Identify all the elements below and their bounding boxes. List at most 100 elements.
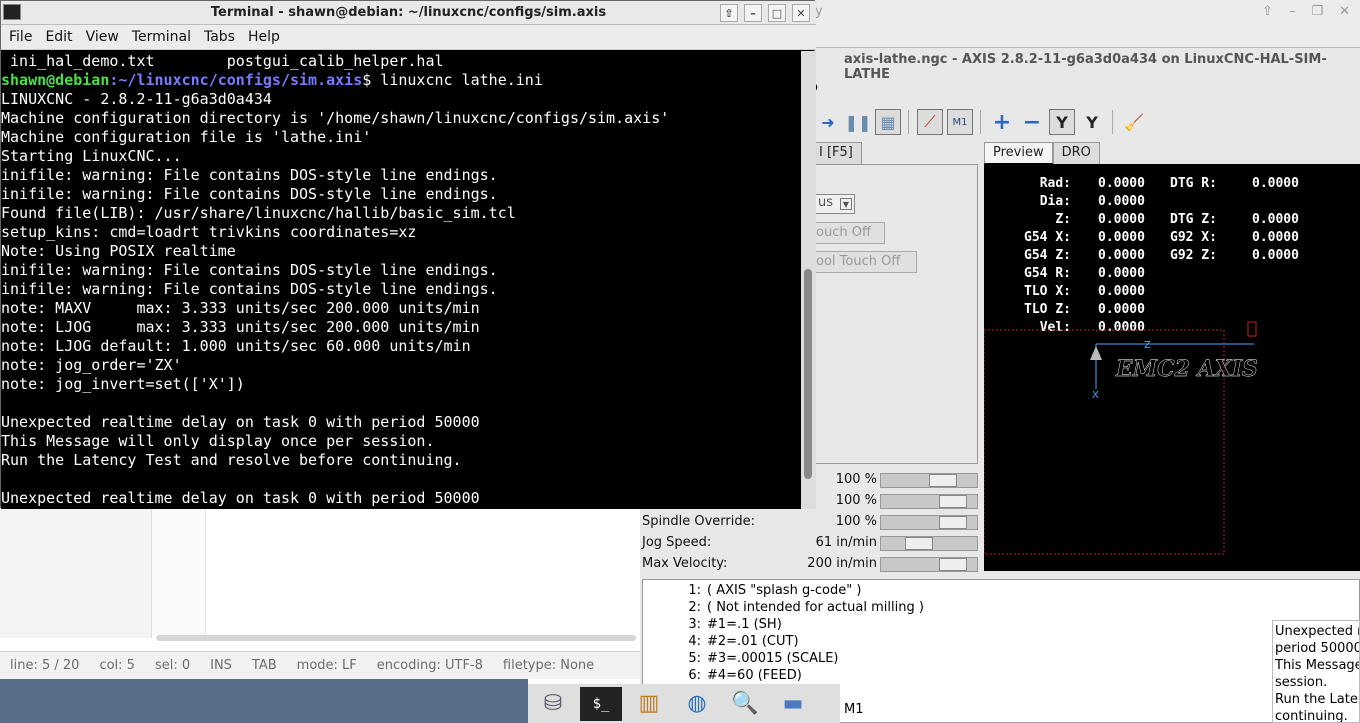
spindle-override-slider[interactable] (880, 515, 978, 530)
terminal-line: Unexpected realtime delay on task 0 with… (1, 489, 480, 507)
tab-mdi[interactable]: I [F5] (810, 142, 862, 164)
terminal-title: Terminal - shawn@debian: ~/linuxcnc/conf… (210, 5, 607, 20)
tool-cone-icon (1090, 346, 1102, 360)
folder-icon[interactable]: ▬ (772, 687, 814, 721)
realtime-message-box: Unexpected r period 50000 This Message sess… (1272, 620, 1360, 723)
zoom-out-icon[interactable]: − (1019, 109, 1045, 135)
optional-stop-icon[interactable]: M1 (947, 109, 973, 135)
gcode-line-text: #1=.1 (SH) (707, 617, 782, 632)
spindle-override-row: Spindle Override: 100 % (642, 511, 978, 532)
terminal-line: ini_hal_demo.txt postgui_calib_helper.ha… (1, 52, 444, 70)
message-line: Run the Laten (1275, 692, 1360, 707)
slider-knob[interactable] (939, 558, 967, 571)
terminal-menu-bar: File Edit View Terminal Tabs Help (1, 25, 816, 50)
preview-canvas[interactable]: Rad: 0.0000 DTG R: 0.0000 Dia: 0.0000 Z: 0.0000… (984, 164, 1360, 571)
preview-axis-x: X (1092, 390, 1099, 401)
close-icon[interactable]: ✕ (792, 4, 810, 22)
slider-knob[interactable] (929, 474, 957, 487)
gcode-line[interactable]: 2: ( Not intended for actual milling ) (643, 600, 924, 617)
gcode-line[interactable]: 1: ( AXIS "splash g-code" ) (643, 583, 861, 600)
terminal-scroll-thumb[interactable] (804, 269, 812, 479)
status-line: line: 5 / 20 (10, 658, 80, 673)
maximize-icon[interactable]: □ (768, 4, 786, 22)
menu-file[interactable]: File (9, 29, 32, 45)
slider-knob[interactable] (939, 516, 967, 529)
gcode-line[interactable]: 4: #2=.01 (CUT) (643, 634, 799, 651)
view-y-icon[interactable]: Y (1049, 109, 1075, 135)
terminal-line: Machine configuration directory is '/hom… (1, 109, 670, 127)
feed-override-slider[interactable] (880, 473, 978, 488)
terminal-line: inifile: warning: File contains DOS-styl… (1, 166, 498, 184)
status-sel: sel: 0 (154, 658, 191, 673)
clear-plot-icon[interactable]: 🧹 (1121, 109, 1147, 135)
gcode-line-number: 2: (688, 600, 701, 615)
touch-off-button[interactable]: ouch Off (815, 222, 885, 244)
status-mode: mode: LF (296, 658, 357, 673)
pause-icon[interactable]: ❚❚ (845, 109, 872, 135)
terminal-icon[interactable]: $_ (580, 686, 622, 721)
gcode-line[interactable]: 3: #1=.1 (SH) (643, 617, 782, 634)
terminal-window: Terminal - shawn@debian: ~/linuxcnc/conf… (0, 0, 816, 509)
globe-icon[interactable]: ◍ (676, 687, 718, 721)
minimize-icon[interactable]: – (744, 4, 762, 22)
gcode-line[interactable]: 6: #4=60 (FEED) (643, 668, 802, 685)
axis-shade-icon[interactable]: ⇧ (1262, 4, 1273, 19)
drive-icon[interactable]: ⛁ (532, 687, 574, 721)
gcode-line[interactable]: 5: #3=.00015 (SCALE) (643, 651, 838, 668)
gcode-line-text: #4=60 (FEED) (707, 668, 802, 683)
view-y-rotated-icon[interactable]: Y (1079, 109, 1105, 135)
terminal-line: inifile: warning: File contains DOS-styl… (1, 280, 498, 298)
tab-dro[interactable]: DRO (1052, 142, 1100, 164)
terminal-line: note: LJOG max: 3.333 units/sec 200.000 … (1, 318, 480, 336)
slider-knob[interactable] (939, 495, 967, 508)
axis-toolbar: ➜ ❚❚ ▦ ⟋ M1 + − Y Y 🧹 (815, 105, 1360, 139)
zoom-in-icon[interactable]: + (989, 109, 1015, 135)
terminal-line: note: jog_order='ZX' (1, 356, 182, 374)
jog-speed-slider[interactable] (880, 536, 978, 551)
shade-icon[interactable]: ⇧ (720, 4, 738, 22)
run-arrow-icon[interactable]: ➜ (815, 109, 841, 135)
terminal-line: Note: Using POSIX realtime (1, 242, 236, 260)
chevron-down-icon: ▼ (840, 198, 852, 210)
axis-close-icon[interactable]: ✕ (1339, 4, 1350, 19)
prompt-user: shawn@debian (1, 71, 110, 89)
menu-edit[interactable]: Edit (45, 29, 72, 45)
menu-tabs[interactable]: Tabs (204, 29, 235, 45)
preview-axis-z: Z (1144, 340, 1151, 351)
mode-select[interactable]: us ▼ (815, 194, 855, 214)
axis-maximize-icon[interactable]: ❐ (1311, 4, 1323, 19)
preview-splash-text: EMC2 AXIS (1115, 356, 1258, 382)
mode-select-value: us (818, 195, 834, 210)
gcode-line-number: 4: (688, 634, 701, 649)
stop-icon[interactable]: ▦ (875, 109, 901, 135)
axis-minimize-icon[interactable]: – (1289, 4, 1296, 19)
terminal-line: This Message will only display once per … (1, 432, 435, 450)
terminal-line: inifile: warning: File contains DOS-styl… (1, 261, 498, 279)
tab-preview[interactable]: Preview (984, 142, 1053, 164)
gcode-line-text: #2=.01 (CUT) (707, 634, 799, 649)
max-velocity-row: Max Velocity: 200 in/min (642, 553, 978, 574)
block-delete-icon[interactable]: ⟋ (917, 109, 943, 135)
editor-horizontal-scrollbar[interactable] (156, 635, 636, 641)
status-encoding: encoding: UTF-8 (376, 658, 483, 673)
rapid-override-slider[interactable] (880, 494, 978, 509)
max-velocity-slider[interactable] (880, 557, 978, 572)
tool-touch-off-button[interactable]: ool Touch Off (815, 251, 917, 273)
archive-icon[interactable]: ▥ (628, 687, 670, 721)
terminal-icon (3, 4, 21, 20)
gcode-line-number: 3: (688, 617, 701, 632)
axis-title-fragment: y (815, 4, 823, 19)
prompt-path: :~/linuxcnc/configs/sim.axis (109, 71, 363, 89)
menu-view[interactable]: View (86, 29, 119, 45)
toolpath-plot: Z X EMC2 AXIS (984, 321, 1258, 555)
prompt-command: $ linuxcnc lathe.ini (362, 71, 543, 89)
menu-help[interactable]: Help (248, 29, 280, 45)
slider-knob[interactable] (905, 537, 933, 550)
search-icon[interactable]: 🔍 (724, 687, 766, 721)
gcode-m1-fragment: M1 (844, 702, 864, 717)
terminal-output[interactable]: ini_hal_demo.txt postgui_calib_helper.ha… (1, 51, 801, 509)
editor-sidebar (0, 508, 152, 638)
terminal-line: Found file(LIB): /usr/share/linuxcnc/hal… (1, 204, 516, 222)
menu-terminal[interactable]: Terminal (132, 29, 191, 45)
terminal-line: Run the Latency Test and resolve before … (1, 451, 462, 469)
